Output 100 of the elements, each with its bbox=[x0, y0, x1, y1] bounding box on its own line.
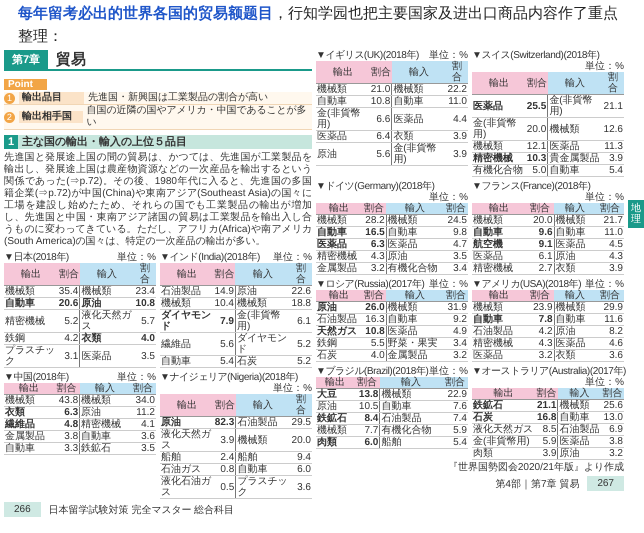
table-cell: 医薬品 bbox=[316, 130, 370, 142]
table-title: ▼日本(2018年) bbox=[4, 252, 69, 263]
table-cell: 機械類 bbox=[472, 214, 526, 226]
point-heading: 輸出品目 bbox=[19, 92, 84, 104]
column-header: 割合 bbox=[134, 263, 156, 286]
table-cell: 4.1 bbox=[130, 418, 156, 430]
table-cell: 機械類 bbox=[554, 214, 596, 226]
table-cell: 機械類 bbox=[386, 214, 444, 226]
unit-label: 単位：% bbox=[429, 279, 468, 290]
table-cell: 2.7 bbox=[526, 262, 554, 274]
table-cell: 原油 bbox=[316, 400, 354, 412]
column-header: 割合 bbox=[54, 383, 80, 394]
table-cell: 5.4 bbox=[602, 164, 624, 176]
table-cell: 13.0 bbox=[601, 412, 624, 424]
table-cell: 自動車 bbox=[316, 96, 370, 108]
table-cell: 機械類 bbox=[548, 118, 602, 140]
table-cell: 衣類 bbox=[392, 130, 446, 142]
table-cell: 3.9 bbox=[535, 448, 558, 460]
table-cell: 16.5 bbox=[362, 226, 386, 238]
table-cell: 6.0 bbox=[290, 464, 312, 476]
table-cell: 4.3 bbox=[596, 250, 624, 262]
table-cell: 4.8 bbox=[54, 418, 80, 430]
table-cell: 原油 bbox=[554, 326, 596, 338]
column-header: 割合 bbox=[526, 203, 554, 214]
table-cell: 6.1 bbox=[290, 310, 312, 332]
table-cell: 8.5 bbox=[535, 424, 558, 436]
table-cell: 機械類 bbox=[235, 298, 290, 310]
point-label: Point bbox=[4, 79, 47, 90]
table-cell: 3.5 bbox=[130, 442, 156, 454]
column-header: 輸入 bbox=[554, 203, 596, 214]
point-number: 2 bbox=[4, 112, 15, 122]
table-cell: 医薬品 bbox=[392, 108, 446, 130]
table-cell: 5.4 bbox=[214, 356, 236, 368]
unit-label: 単位：% bbox=[273, 383, 312, 394]
table-title: ▼ドイツ(Germany)(2018年) bbox=[316, 181, 435, 192]
unit-label: 単位：% bbox=[429, 50, 468, 61]
table-title: ▼フランス(France)(2018年) bbox=[472, 181, 591, 192]
table-cell: 船舶 bbox=[236, 452, 290, 464]
table-cell: 鉄鉱石 bbox=[472, 400, 536, 412]
table-cell: 自動車 bbox=[4, 442, 54, 454]
column-header: 割合 bbox=[446, 61, 468, 84]
table-cell: 3.3 bbox=[54, 442, 80, 454]
table-cell: 4.0 bbox=[134, 332, 156, 344]
table-cell: 23.9 bbox=[526, 302, 554, 314]
unit-label: 単位：% bbox=[585, 279, 624, 290]
table-cell: 医薬品 bbox=[554, 338, 596, 350]
table-cell: 10.4 bbox=[214, 298, 236, 310]
table-cell: 機械類 bbox=[316, 84, 370, 96]
table-cell: 82.3 bbox=[214, 416, 236, 428]
unit-label: 単位：% bbox=[585, 377, 624, 388]
table-cell: 6.9 bbox=[601, 424, 624, 436]
table-cell: 繊維品 bbox=[4, 418, 54, 430]
table-title: ▼ナイジェリア(Nigeria)(2018年) bbox=[160, 372, 298, 383]
column-header: 割合 bbox=[601, 388, 624, 400]
table-cell: 11.0 bbox=[596, 226, 624, 238]
table-cell: 3.9 bbox=[214, 428, 236, 452]
column-header: 割合 bbox=[354, 377, 380, 388]
table-cell: 31.9 bbox=[444, 302, 468, 314]
table-cell: 石油製品 bbox=[558, 424, 602, 436]
table-cell: 29.9 bbox=[596, 302, 624, 314]
table-cell: 3.6 bbox=[130, 430, 156, 442]
table-cell: 鉄鉱石 bbox=[316, 412, 354, 424]
table-cell: 4.3 bbox=[362, 250, 386, 262]
table-cell: 有機化合物 bbox=[386, 262, 444, 274]
point-number: 1 bbox=[4, 92, 15, 104]
table-cell: 医薬品 bbox=[472, 350, 526, 362]
section-number: 1 bbox=[4, 135, 18, 149]
column-header: 輸入 bbox=[554, 290, 596, 302]
unit-label: 単位：% bbox=[273, 252, 312, 263]
table-cell: 3.2 bbox=[601, 448, 624, 460]
table-cell: 3.1 bbox=[58, 344, 80, 368]
table-cell: 20.0 bbox=[526, 118, 548, 140]
table-cell: 機械類 bbox=[558, 400, 602, 412]
chapter-title: 貿易 bbox=[56, 50, 86, 69]
table-cell: 7.7 bbox=[354, 424, 380, 436]
point-heading: 輸出相手国 bbox=[18, 111, 83, 123]
table-title: ▼オーストラリア(Australia)(2017年) bbox=[472, 366, 626, 377]
table-cell: 7.8 bbox=[526, 314, 554, 326]
table-cell: 12.6 bbox=[602, 118, 624, 140]
table-cell: 28.2 bbox=[362, 214, 386, 226]
table-cell: ダイヤモンド bbox=[235, 332, 290, 356]
table-cell: 原油 bbox=[316, 142, 370, 166]
chapter-label: 第7章 bbox=[4, 50, 48, 69]
table-cell: 医薬品 bbox=[80, 344, 134, 368]
table-cell: 機械類 bbox=[386, 302, 444, 314]
table-cell: 原油 bbox=[235, 286, 290, 298]
table-cell: 3.6 bbox=[596, 350, 624, 362]
point-text: 自国の近隣の国やアメリカ・中国であることが多い bbox=[86, 105, 308, 129]
table-title: ▼ロシア(Russia)(2017年) bbox=[316, 279, 424, 290]
table-cell: 26.0 bbox=[362, 302, 386, 314]
column-header: 割合 bbox=[370, 61, 392, 84]
table-cell: 4.3 bbox=[526, 338, 554, 350]
table-cell: 機械類 bbox=[80, 394, 130, 406]
table-cell: 21.1 bbox=[602, 94, 624, 118]
table-cell: 精密機械 bbox=[80, 418, 130, 430]
section-title: 主な国の輸出・輸入の上位５品目 bbox=[22, 135, 188, 149]
table-cell: 船舶 bbox=[160, 452, 214, 464]
table-cell: 医薬品 bbox=[386, 238, 444, 250]
table-cell: 6.6 bbox=[370, 108, 392, 130]
table-title: ▼中国(2018年) bbox=[4, 372, 69, 383]
